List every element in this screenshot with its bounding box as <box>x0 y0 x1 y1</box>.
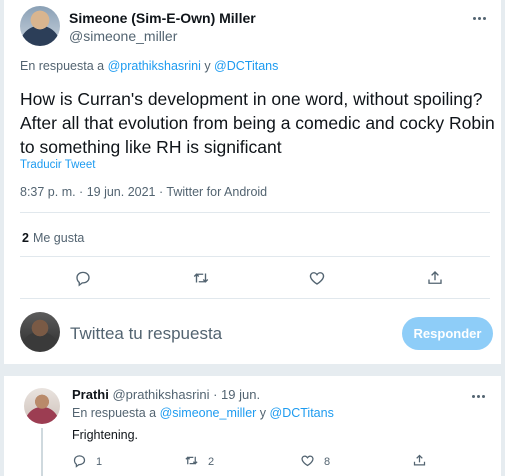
reply-joiner: y <box>200 59 215 73</box>
reply-retweet-action[interactable]: 2 <box>184 453 214 471</box>
share-icon <box>412 453 427 471</box>
reply-joiner: y <box>256 406 270 420</box>
more-options-icon[interactable] <box>468 10 490 26</box>
heart-icon <box>300 453 315 471</box>
reply-author-avatar[interactable] <box>24 388 60 424</box>
reply-like-action[interactable]: 8 <box>300 453 330 471</box>
likes-stat[interactable]: 2 Me gusta <box>22 231 84 245</box>
reply-tweet[interactable]: Prathi @prathikshasrini · 19 jun. En res… <box>4 376 501 476</box>
divider <box>20 256 490 257</box>
thread-line <box>41 428 43 476</box>
reply-icon[interactable] <box>72 267 94 289</box>
tweet-timestamp[interactable]: 8:37 p. m. · 19 jun. 2021 · Twitter for … <box>20 185 267 199</box>
tweet-header: Simeone (Sim-E-Own) Miller @simeone_mill… <box>20 6 490 46</box>
divider <box>20 298 490 299</box>
author-name[interactable]: Simeone (Sim-E-Own) Miller <box>69 10 256 26</box>
author-handle[interactable]: @simeone_miller <box>69 28 177 44</box>
likes-label: Me gusta <box>32 231 85 245</box>
mention-link[interactable]: @simeone_miller <box>160 406 257 420</box>
retweet-count: 2 <box>208 456 215 468</box>
tweet-action-bar <box>20 263 490 293</box>
reply-count: 1 <box>96 456 103 468</box>
likes-count: 2 <box>22 231 29 245</box>
reply-action-bar: 1 2 8 <box>72 453 432 473</box>
reply-button[interactable]: Responder <box>402 317 493 350</box>
like-count: 8 <box>324 456 331 468</box>
reply-prefix: En respuesta a <box>72 406 160 420</box>
divider <box>20 212 490 213</box>
reply-author-handle-date: @prathikshasrini · 19 jun. <box>108 387 261 402</box>
reply-input[interactable] <box>70 321 370 347</box>
tweet-detail-panel: Simeone (Sim-E-Own) Miller @simeone_mill… <box>4 0 501 476</box>
translate-tweet-link[interactable]: Traducir Tweet <box>20 159 95 171</box>
retweet-icon <box>184 453 199 471</box>
reply-share-action[interactable] <box>412 453 427 471</box>
current-user-avatar[interactable] <box>20 312 60 352</box>
reply-prefix: En respuesta a <box>20 59 108 73</box>
reply-reply-action[interactable]: 1 <box>72 453 102 471</box>
share-icon[interactable] <box>424 267 446 289</box>
reply-author-name[interactable]: Prathi <box>72 387 109 402</box>
mention-link[interactable]: @prathikshasrini <box>108 59 201 73</box>
mention-link[interactable]: @DCTitans <box>214 59 278 73</box>
retweet-icon[interactable] <box>190 267 212 289</box>
reply-tweet-header: Prathi @prathikshasrini · 19 jun. <box>72 387 260 402</box>
reply-context: En respuesta a @simeone_miller y @DCTita… <box>72 406 334 420</box>
reply-icon <box>72 453 87 471</box>
more-options-icon[interactable] <box>467 389 489 403</box>
reply-tweet-text: Frightening. <box>72 428 139 442</box>
heart-icon[interactable] <box>306 267 328 289</box>
section-divider <box>4 364 501 376</box>
mention-link[interactable]: @DCTitans <box>270 406 334 420</box>
author-avatar[interactable] <box>20 6 60 46</box>
tweet-text: How is Curran's development in one word,… <box>20 89 495 157</box>
reply-context: En respuesta a @prathikshasrini y @DCTit… <box>20 59 278 73</box>
